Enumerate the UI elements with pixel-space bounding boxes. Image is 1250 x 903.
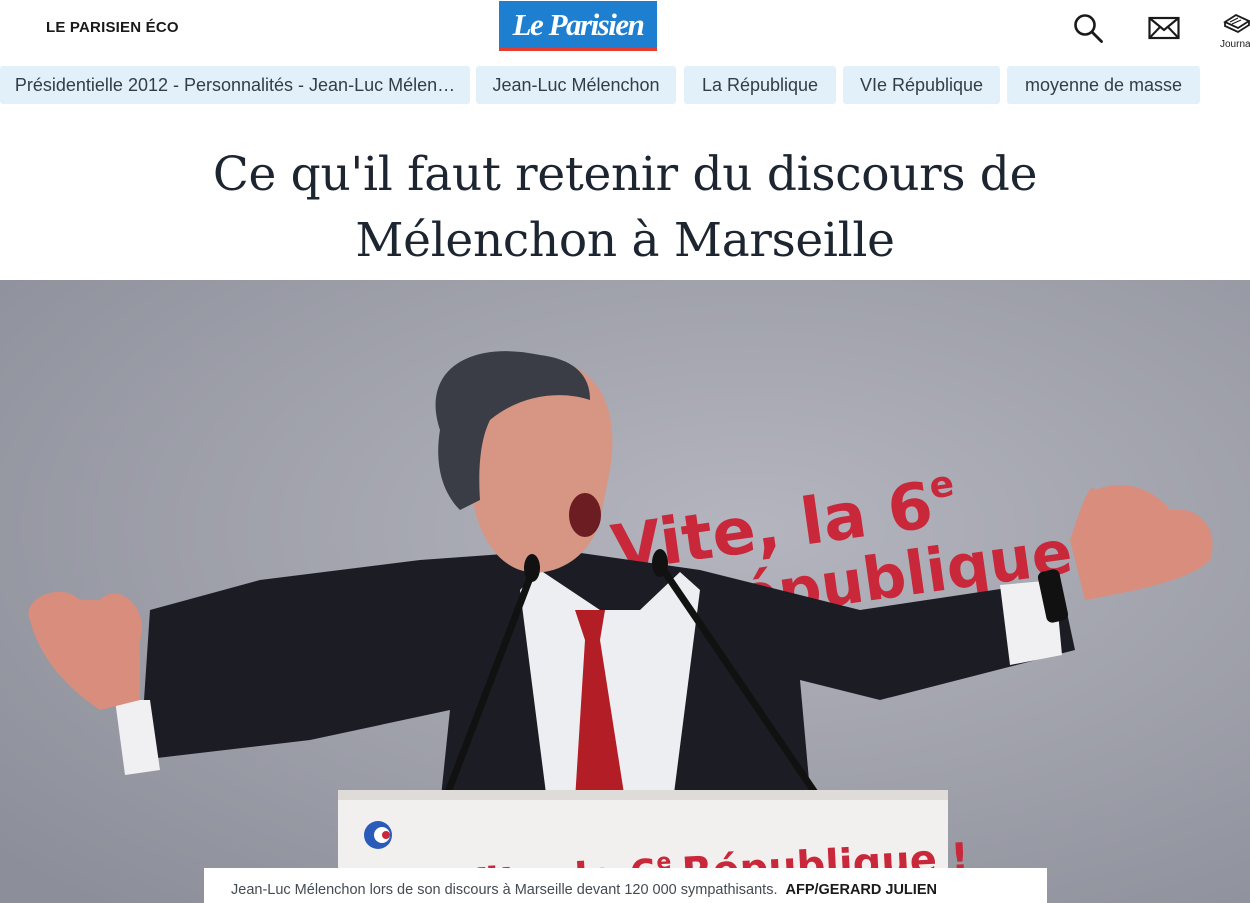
tag-jean-luc-melenchon[interactable]: Jean-Luc Mélenchon [476, 66, 676, 104]
tag-label: Jean-Luc Mélenchon [492, 74, 660, 95]
article-photo: Vite, la 6e République ! e République ! [0, 280, 1250, 903]
section-link[interactable]: LE PARISIEN ÉCO [46, 19, 179, 36]
tag-la-republique[interactable]: La République [684, 66, 836, 104]
tag-label: Présidentielle 2012 - Personnalités - Je… [14, 74, 456, 95]
tag-vie-republique[interactable]: VIe République [843, 66, 1000, 104]
journal-label: Journal [1220, 39, 1250, 50]
photo-credit: AFP/GERARD JULIEN [785, 882, 937, 898]
newsletter-button[interactable] [1146, 10, 1182, 46]
search-button[interactable] [1070, 10, 1106, 46]
tag-label: moyenne de masse [1024, 74, 1183, 95]
newspaper-icon [1223, 13, 1250, 34]
mail-icon [1148, 16, 1180, 40]
tag-list: Présidentielle 2012 - Personnalités - Je… [0, 66, 1250, 104]
tag-label: VIe République [859, 74, 984, 95]
photo-illustration: Vite, la 6e République ! e République ! [0, 280, 1250, 903]
caption-text: Jean-Luc Mélenchon lors de son discours … [231, 882, 778, 898]
tag-label: La République [701, 74, 819, 95]
article-title-line-1: Ce qu'il faut retenir du discours de [212, 147, 1038, 202]
tag-moyenne-de-masse[interactable]: moyenne de masse [1007, 66, 1200, 104]
journal-button[interactable]: Journal [1216, 12, 1250, 56]
tag-presidentielle-2012[interactable]: Présidentielle 2012 - Personnalités - Je… [0, 66, 470, 104]
site-header: LE PARISIEN ÉCO Le Parisien Journal [0, 0, 1250, 60]
article-title-line-2: Mélenchon à Marseille [355, 213, 895, 268]
site-logo[interactable]: Le Parisien [499, 1, 657, 51]
photo-caption: Jean-Luc Mélenchon lors de son discours … [204, 868, 1047, 903]
article-title: Ce qu'il faut retenir du discours de Mél… [60, 142, 1190, 274]
search-icon [1074, 14, 1103, 43]
